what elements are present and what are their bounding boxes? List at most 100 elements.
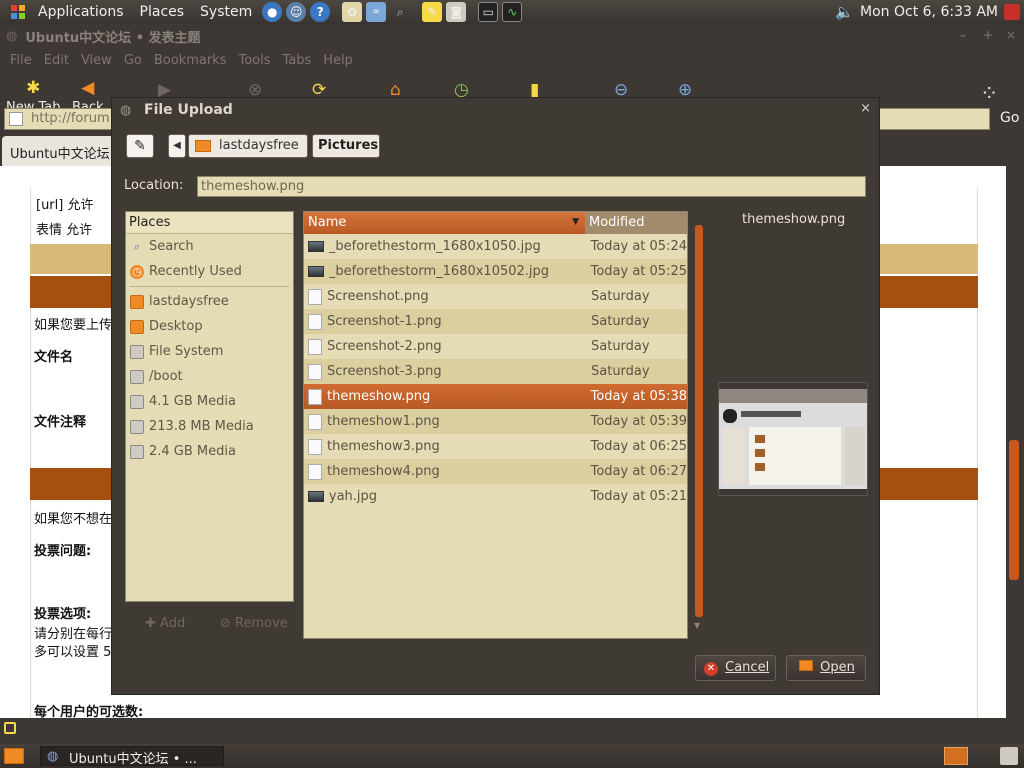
file-name: _beforethestorm_1680x10502.jpg [328,264,550,279]
show-desktop-icon[interactable] [4,748,24,764]
type-location-toggle-button[interactable]: ✎ [126,134,154,158]
file-row[interactable]: yah.jpg Today at 05:21 [304,484,687,509]
open-button[interactable]: Open [786,655,866,681]
desktop-folder-icon [130,319,144,334]
close-icon[interactable]: × [1006,28,1016,42]
location-input[interactable]: themeshow.png [197,176,866,197]
breadcrumb-lastdaysfree[interactable]: lastdaysfree [188,134,308,158]
place-desktop[interactable]: Desktop [126,314,293,339]
file-name: yah.jpg [328,489,378,504]
taskbar-browser-item[interactable]: ◍ Ubuntu中文论坛 • ... [40,746,224,767]
place-media-4gb[interactable]: 4.1 GB Media [126,389,293,414]
terminal-launcher-icon[interactable]: ▭ [478,2,499,22]
places-sidebar: Places ⌕ Search ◷ Recently Used lastdays… [125,211,294,602]
back-arrow-icon: ◀ [81,78,95,98]
menu-view[interactable]: View [81,53,112,68]
file-name: _beforethestorm_1680x1050.jpg [328,239,541,254]
workspace-1-icon[interactable] [944,747,968,765]
scroll-down-icon[interactable]: ▼ [694,621,700,630]
browser-app-icon: ◍ [47,749,59,764]
file-list: Name ▼ Modified _beforethestorm_1680x105… [303,211,688,639]
page-line: 如果您要上传 [34,318,113,333]
column-modified-header[interactable]: Modified [585,212,687,234]
text-editor-launcher-icon[interactable]: ✎ [422,2,443,22]
maximize-icon[interactable]: + [983,28,993,42]
clock[interactable]: Mon Oct 6, 6:33 AM [860,0,998,24]
screenshot-launcher-icon[interactable]: ✿ [342,2,363,22]
cancel-button[interactable]: ✕ Cancel [695,655,776,681]
quit-icon[interactable] [1004,4,1020,20]
file-row[interactable]: Screenshot-1.png Saturday [304,309,687,334]
go-button[interactable]: Go [1000,110,1019,126]
place-recently-used[interactable]: ◷ Recently Used [126,259,293,284]
path-scroll-left-button[interactable]: ◀ [168,134,186,158]
preview-thumbnail [718,382,868,496]
place-label: lastdaysfree [149,294,229,309]
menu-file[interactable]: File [10,53,32,68]
search-launcher-icon[interactable]: ⌕ [390,2,410,22]
file-icon [308,288,322,305]
file-row[interactable]: Screenshot-3.png Saturday [304,359,687,384]
place-lastdaysfree[interactable]: lastdaysfree [126,289,293,314]
file-modified: Saturday [591,364,650,379]
menu-tabs[interactable]: Tabs [283,53,312,68]
places-header: Places [126,212,293,234]
tab-active[interactable]: Ubuntu中文论坛 [2,136,114,166]
page-line: 每个用户的可选数: [34,705,144,718]
menu-go[interactable]: Go [124,53,142,68]
breadcrumb-label: lastdaysfree [219,138,299,153]
breadcrumb-pictures[interactable]: Pictures [312,134,380,158]
file-row[interactable]: _beforethestorm_1680x1050.jpg Today at 05… [304,234,687,259]
help-launcher-icon[interactable]: ? [310,2,331,22]
remove-label: Remove [235,616,288,631]
menu-help[interactable]: Help [323,53,353,68]
bottom-panel: ◍ Ubuntu中文论坛 • ... [0,744,1024,768]
web-browser-launcher-icon[interactable]: ● [262,2,283,22]
dialog-close-icon[interactable]: × [860,101,871,116]
place-media-213mb[interactable]: 213.8 MB Media [126,414,293,439]
place-media-2gb[interactable]: 2.4 GB Media [126,439,293,464]
place-boot[interactable]: /boot [126,364,293,389]
menu-tools[interactable]: Tools [238,53,270,68]
recent-icon: ◷ [130,264,144,279]
file-row[interactable]: themeshow3.png Today at 06:25 [304,434,687,459]
column-name-header[interactable]: Name ▼ [304,212,585,234]
file-modified: Today at 05:38 [590,389,687,404]
applications-menu[interactable]: Applications [30,0,132,24]
places-menu[interactable]: Places [132,0,193,24]
image-file-icon [308,241,324,252]
camera-launcher-icon[interactable]: ◙ [446,2,467,22]
system-monitor-launcher-icon[interactable]: ∿ [502,2,523,22]
place-file-system[interactable]: File System [126,339,293,364]
column-name-label: Name [308,215,347,230]
file-row[interactable]: themeshow1.png Today at 05:39 [304,409,687,434]
place-search[interactable]: ⌕ Search [126,234,293,259]
add-bookmark-button[interactable]: ✚ Add [145,616,185,631]
chat-launcher-icon[interactable]: ☺ [286,2,307,22]
menu-edit[interactable]: Edit [44,53,69,68]
system-menu[interactable]: System [192,0,260,24]
dialog-title: File Upload [144,102,233,118]
file-row[interactable]: Screenshot.png Saturday [304,284,687,309]
file-row[interactable]: themeshow4.png Today at 06:27 [304,459,687,484]
file-row[interactable]: _beforethestorm_1680x10502.jpg Today at 0… [304,259,687,284]
volume-icon[interactable]: 🔈 [835,3,854,21]
window-title: Ubuntu中文论坛 • 发表主题 [25,30,201,46]
minimize-icon[interactable]: – [960,28,966,42]
remove-bookmark-button[interactable]: ⊘ Remove [220,616,288,631]
file-row[interactable]: Screenshot-2.png Saturday [304,334,687,359]
place-label: Desktop [149,319,203,334]
browser-app-icon: ◍ [6,28,18,44]
page-line: 投票问题: [34,544,92,559]
file-modified: Today at 05:39 [590,414,687,429]
throbber-icon: ⁘ [980,82,999,107]
dictionary-launcher-icon[interactable]: ∞ [366,2,387,22]
ubuntu-logo-icon[interactable] [8,2,28,22]
menu-bookmarks[interactable]: Bookmarks [154,53,227,68]
file-modified: Today at 06:27 [590,464,687,479]
file-list-scrollbar[interactable]: ▼ [693,211,705,639]
page-scrollbar-thumb[interactable] [1009,440,1019,580]
file-list-scrollbar-thumb[interactable] [695,225,703,617]
file-row[interactable]: themeshow.png Today at 05:38 [304,384,687,409]
trash-icon[interactable] [1000,747,1018,765]
